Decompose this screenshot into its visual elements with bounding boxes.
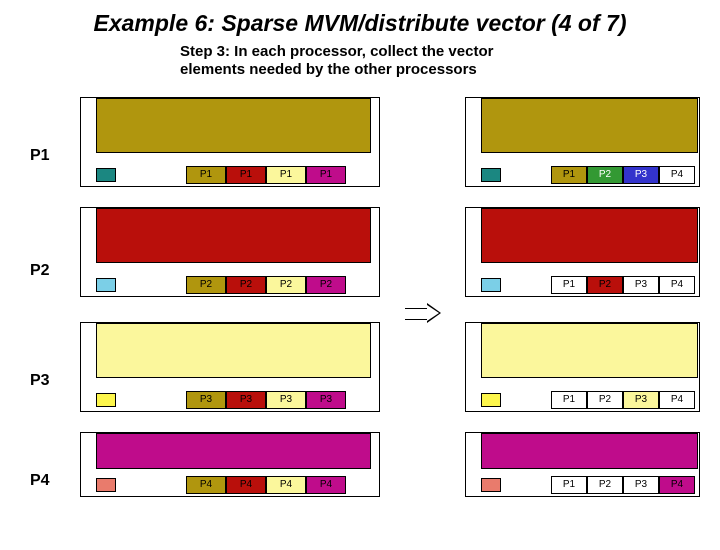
chip-p1-r [481,168,501,182]
seg-r2-3: P3 [623,276,659,294]
bar-p4-left [96,433,371,469]
seg-p1-2: P1 [226,166,266,184]
row-label-p1: P1 [30,147,50,165]
left-box-p4: P4 P4 P4 P4 [80,432,380,497]
chip-p3-r [481,393,501,407]
seg-p1-1: P1 [186,166,226,184]
seg-r1-2: P2 [587,166,623,184]
chip-p4-r [481,478,501,492]
seg-p1-3: P1 [266,166,306,184]
slide-title: Example 6: Sparse MVM/distribute vector … [0,10,720,37]
left-box-p3: P3 P3 P3 P3 [80,322,380,412]
seg-p3-2: P3 [226,391,266,409]
seg-r2-1: P1 [551,276,587,294]
bar-p2-right [481,208,698,263]
step-subtitle: Step 3: In each processor, collect the v… [180,43,720,79]
seg-r3-1: P1 [551,391,587,409]
left-box-p1: P1 P1 P1 P1 [80,97,380,187]
seg-p2-4: P2 [306,276,346,294]
seg-r3-4: P4 [659,391,695,409]
seg-p4-1: P4 [186,476,226,494]
row-label-p2: P2 [30,262,50,280]
seg-r1-1: P1 [551,166,587,184]
seg-p2-2: P2 [226,276,266,294]
row-label-p4: P4 [30,472,50,490]
chip-p3 [96,393,116,407]
right-box-p4: P1 P2 P3 P4 [465,432,700,497]
seg-p4-3: P4 [266,476,306,494]
seg-p4-4: P4 [306,476,346,494]
seg-p3-4: P3 [306,391,346,409]
chip-p2-r [481,278,501,292]
right-box-p1: P1 P2 P3 P4 [465,97,700,187]
chip-p4 [96,478,116,492]
seg-r4-4: P4 [659,476,695,494]
seg-r4-1: P1 [551,476,587,494]
chip-p2 [96,278,116,292]
seg-p3-1: P3 [186,391,226,409]
subtitle-line-2: elements needed by the other processors [180,61,477,78]
bar-p1-left [96,98,371,153]
seg-r3-2: P2 [587,391,623,409]
row-label-p3: P3 [30,372,50,390]
seg-p3-3: P3 [266,391,306,409]
seg-r2-4: P4 [659,276,695,294]
seg-r4-2: P2 [587,476,623,494]
seg-p2-3: P2 [266,276,306,294]
seg-r4-3: P3 [623,476,659,494]
bar-p2-left [96,208,371,263]
bar-p4-right [481,433,698,469]
seg-p2-1: P2 [186,276,226,294]
bar-p3-right [481,323,698,378]
seg-p4-2: P4 [226,476,266,494]
left-box-p2: P2 P2 P2 P2 [80,207,380,297]
bar-p1-right [481,98,698,153]
chip-p1 [96,168,116,182]
bar-p3-left [96,323,371,378]
right-box-p3: P1 P2 P3 P4 [465,322,700,412]
right-box-p2: P1 P2 P3 P4 [465,207,700,297]
seg-r1-4: P4 [659,166,695,184]
seg-r2-2: P2 [587,276,623,294]
subtitle-line-1: Step 3: In each processor, collect the v… [180,43,493,60]
seg-r3-3: P3 [623,391,659,409]
seg-p1-4: P1 [306,166,346,184]
seg-r1-3: P3 [623,166,659,184]
